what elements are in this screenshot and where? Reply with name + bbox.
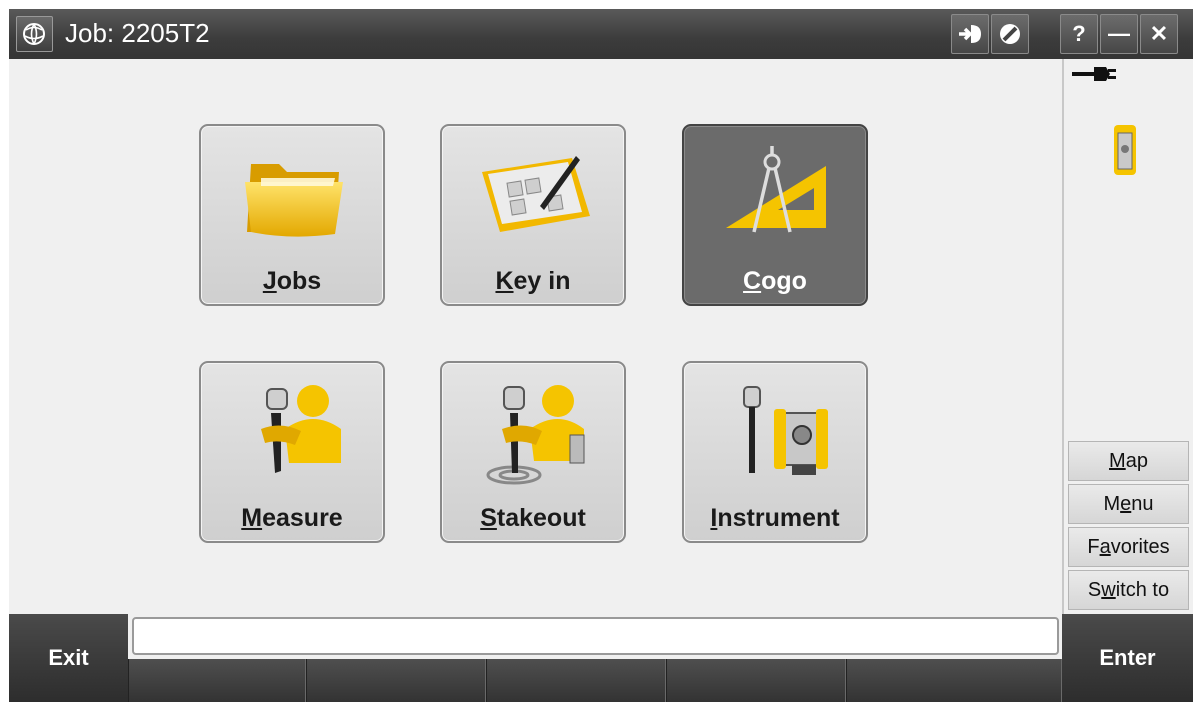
enter-softkey[interactable]: Enter [1062, 614, 1193, 702]
jobs-tile[interactable]: Jobs [199, 124, 385, 306]
key-in-label: Key in [495, 267, 571, 295]
menu-button[interactable]: Menu [1068, 484, 1189, 524]
connect-button[interactable] [951, 14, 989, 54]
instrument-tile[interactable]: Instrument [682, 361, 868, 543]
jobs-label: Jobs [262, 267, 322, 295]
favorites-button[interactable]: Favorites [1068, 527, 1189, 567]
keyboard-notepad-icon [472, 136, 598, 252]
stakeout-tile[interactable]: Stakeout [440, 361, 626, 543]
arrow-in-icon [959, 25, 981, 43]
help-button[interactable]: ? [1060, 14, 1098, 54]
trimble-globe-icon[interactable] [16, 16, 53, 52]
surveyor-target-icon [472, 373, 598, 489]
status-line [132, 617, 1059, 655]
map-button[interactable]: Map [1068, 441, 1189, 481]
measure-tile[interactable]: Measure [199, 361, 385, 543]
window-title: Job: 2205T2 [65, 18, 210, 48]
app-window: Job: 2205T2 ? — ✕ Jobs Key in Cogo Measu… [0, 0, 1193, 702]
minimize-button[interactable]: — [1100, 14, 1138, 54]
measure-label: Measure [241, 504, 343, 532]
key-in-tile[interactable]: Key in [440, 124, 626, 306]
instrument-label: Instrument [710, 504, 840, 532]
title-bar: Job: 2205T2 ? — ✕ [9, 9, 1193, 59]
disconnect-button[interactable] [991, 14, 1029, 54]
switch-to-button[interactable]: Switch to [1068, 570, 1189, 610]
cogo-label: Cogo [743, 267, 807, 295]
softkey-slot-4[interactable] [666, 659, 846, 702]
total-station-icon [714, 373, 840, 489]
stakeout-label: Stakeout [480, 504, 586, 532]
surveyor-pole-icon [231, 373, 357, 489]
softkey-slot-3[interactable] [486, 659, 666, 702]
cogo-tile[interactable]: Cogo [682, 124, 868, 306]
folder-icon [231, 136, 357, 252]
status-line-area [128, 614, 1062, 660]
softkey-slot-1[interactable] [128, 659, 306, 702]
total-station-small-icon[interactable] [1110, 121, 1140, 190]
softkey-slot-2[interactable] [306, 659, 486, 702]
main-menu-panel: Jobs Key in Cogo Measure Stakeout Instru… [9, 59, 1064, 614]
softkey-slot-5[interactable] [846, 659, 1062, 702]
prohibited-icon [1000, 24, 1020, 44]
compass-triangle-icon [714, 136, 840, 252]
close-button[interactable]: ✕ [1140, 14, 1178, 54]
exit-softkey[interactable]: Exit [9, 614, 128, 702]
status-side-panel: Map Menu Favorites Switch to [1064, 59, 1193, 614]
power-plug-icon[interactable] [1072, 65, 1120, 88]
